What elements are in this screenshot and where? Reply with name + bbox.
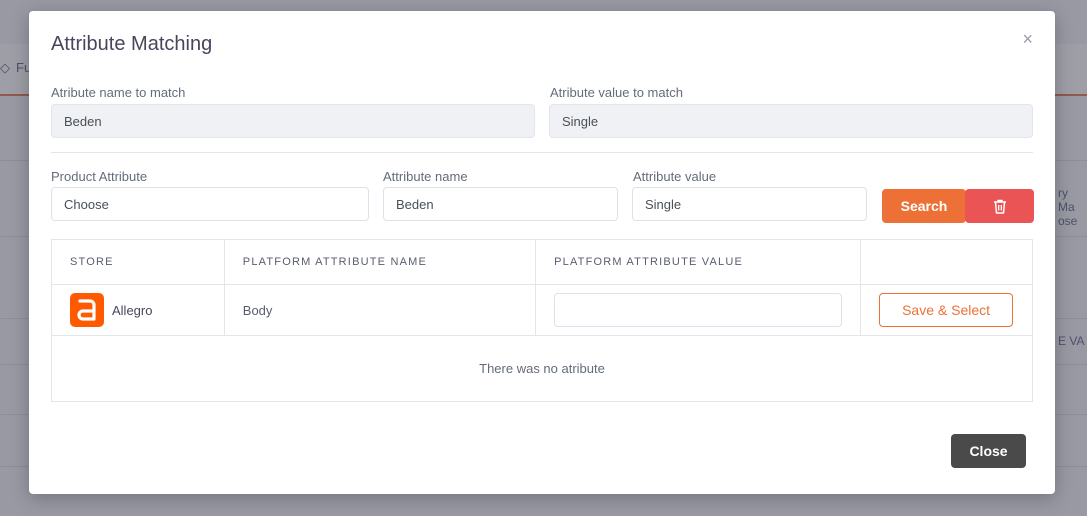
table-row: Allegro Body Save & Select xyxy=(51,284,1033,336)
attribute-value-value: Single xyxy=(645,196,682,212)
close-button[interactable]: Close xyxy=(951,434,1026,468)
attribute-value-input[interactable]: Single xyxy=(632,187,867,221)
store-name: Allegro xyxy=(112,302,153,318)
trash-icon xyxy=(993,199,1006,214)
section-divider xyxy=(51,152,1033,153)
match-value-field: Single xyxy=(549,104,1033,138)
action-cell: Save & Select xyxy=(860,284,1033,336)
product-attribute-selected: Choose xyxy=(64,196,109,212)
allegro-logo-icon xyxy=(70,293,104,327)
modal-title: Attribute Matching xyxy=(51,33,213,55)
platform-attribute-name-cell: Body xyxy=(223,284,537,336)
attribute-name-label: Attribute name xyxy=(383,169,468,184)
attribute-name-value: Beden xyxy=(396,196,434,212)
match-value-label: Atribute value to match xyxy=(550,85,683,100)
match-name-label: Atribute name to match xyxy=(51,85,186,100)
column-header-store: STORE xyxy=(51,239,225,285)
column-header-platform-attribute-value: PLATFORM ATTRIBUTE VALUE xyxy=(535,239,862,285)
platform-attribute-value-cell xyxy=(535,284,862,336)
match-value-value: Single xyxy=(562,113,599,129)
attribute-value-label: Attribute value xyxy=(633,169,717,184)
table-header-row: STORE PLATFORM ATTRIBUTE NAME PLATFORM A… xyxy=(51,239,1033,285)
platform-attribute-value-input[interactable] xyxy=(554,293,843,327)
product-attribute-select[interactable]: Choose xyxy=(51,187,369,221)
attribute-results-table: STORE PLATFORM ATTRIBUTE NAME PLATFORM A… xyxy=(51,239,1033,402)
delete-button[interactable] xyxy=(965,189,1034,223)
attribute-name-input[interactable]: Beden xyxy=(383,187,618,221)
match-name-field: Beden xyxy=(51,104,535,138)
column-header-platform-attribute-name: PLATFORM ATTRIBUTE NAME xyxy=(223,239,537,285)
empty-row: There was no atribute xyxy=(51,335,1033,402)
search-button[interactable]: Search xyxy=(882,189,966,223)
close-icon[interactable]: × xyxy=(1022,29,1033,50)
column-header-actions xyxy=(860,239,1033,285)
attribute-matching-modal: Attribute Matching × Atribute name to ma… xyxy=(29,11,1055,494)
product-attribute-label: Product Attribute xyxy=(51,169,148,184)
save-and-select-button[interactable]: Save & Select xyxy=(879,293,1014,327)
empty-message: There was no atribute xyxy=(51,335,1033,402)
match-name-value: Beden xyxy=(64,113,102,129)
store-cell: Allegro xyxy=(51,284,225,336)
